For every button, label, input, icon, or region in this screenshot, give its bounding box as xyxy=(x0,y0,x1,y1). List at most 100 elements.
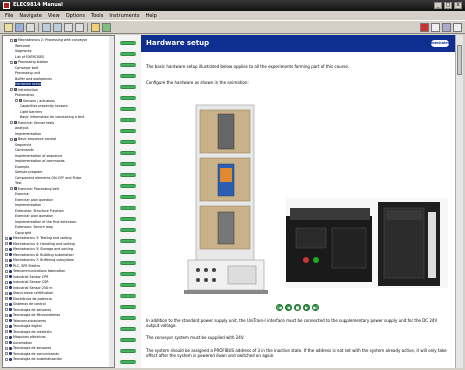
expand-icon[interactable] xyxy=(5,335,8,339)
find-icon[interactable] xyxy=(75,23,84,32)
menu-view[interactable]: View xyxy=(48,13,60,19)
tree-item[interactable]: Telecomunicaciones xyxy=(5,319,46,324)
expand-icon[interactable] xyxy=(5,330,8,333)
tree-item[interactable]: Exercise: Sensor tests xyxy=(10,121,54,126)
tree-item[interactable]: Exercise: plan question xyxy=(15,198,53,203)
expand-icon[interactable] xyxy=(5,286,8,289)
tree-item[interactable]: Tecnología de automatización xyxy=(5,357,62,362)
tree-item[interactable]: Sistemas de control xyxy=(5,302,46,307)
expand-icon[interactable] xyxy=(5,319,8,322)
expand-icon[interactable] xyxy=(5,313,8,317)
prev-frame-button[interactable]: ◀ xyxy=(285,304,292,311)
tree-item[interactable]: Industrial Sensor 250 m xyxy=(5,286,52,291)
menu-help[interactable]: Help xyxy=(145,13,156,19)
tree-item[interactable]: Implementation xyxy=(15,132,41,137)
expand-icon[interactable] xyxy=(5,357,8,361)
tree-item[interactable]: Example xyxy=(15,165,29,170)
tree-scrollbar[interactable] xyxy=(109,36,114,367)
expand-icon[interactable] xyxy=(5,264,8,267)
tree-item[interactable]: Mechatronics 5: Storage and sorting xyxy=(5,247,73,252)
expand-icon[interactable] xyxy=(5,236,8,240)
help-icon[interactable] xyxy=(453,23,462,32)
last-frame-button[interactable]: ▶| xyxy=(312,304,319,311)
expand-icon[interactable] xyxy=(10,60,13,64)
close-button[interactable]: x xyxy=(454,2,462,9)
expand-icon[interactable] xyxy=(5,280,8,284)
tree-item[interactable]: Mechatronics 3: Testing and sorting xyxy=(5,236,72,241)
expand-icon[interactable] xyxy=(10,88,13,91)
play-button[interactable]: ▶ xyxy=(303,304,310,311)
tree-item[interactable]: Buffer and workpieces xyxy=(15,77,52,82)
expand-icon[interactable] xyxy=(5,242,8,245)
menu-file[interactable]: File xyxy=(5,13,13,19)
new-icon[interactable] xyxy=(4,23,13,32)
tree-item[interactable]: Mechatronics 4: Handling and sorting xyxy=(5,242,75,247)
tree-item[interactable]: Electrónica de potencia xyxy=(5,297,52,302)
tree-item[interactable]: Industrial Sensor CSR xyxy=(5,280,49,285)
tree-item[interactable]: Implementation of commands xyxy=(15,159,65,164)
home-icon[interactable] xyxy=(91,23,100,32)
scrollbar-thumb[interactable] xyxy=(457,45,462,75)
tree-item[interactable]: Tecnología de Microsistemas xyxy=(5,313,60,318)
tree-item[interactable]: Tecnología de sensores xyxy=(5,308,51,313)
tree-item[interactable]: Mechatronics 6: Building automation xyxy=(5,253,74,258)
tree-item[interactable]: Exercise: plan question xyxy=(15,214,53,219)
stop-button[interactable]: ■ xyxy=(294,304,301,311)
tree-item[interactable]: Component elements ON-OFF and Pulse xyxy=(15,176,81,181)
tree-item[interactable]: Implementation of sequence xyxy=(15,154,62,159)
expand-icon[interactable] xyxy=(5,269,8,273)
expand-icon[interactable] xyxy=(5,302,8,306)
tree-item[interactable]: Analysis xyxy=(15,126,29,131)
title-bar[interactable]: ELEC9814 Manual _ □ x xyxy=(0,0,465,11)
tree-item[interactable]: Pneumatics xyxy=(15,93,34,98)
tree-item[interactable]: Processing station xyxy=(10,60,48,65)
tree-item[interactable]: Hardware setup xyxy=(15,82,42,87)
tree-item[interactable]: Sensors / actuators xyxy=(15,99,55,104)
menu-navigate[interactable]: Navigate xyxy=(19,13,41,19)
tree-item[interactable]: Sample program xyxy=(15,170,42,175)
tree-item[interactable]: Exercise: Processing belt xyxy=(10,187,59,192)
expand-icon[interactable] xyxy=(10,121,13,124)
tree-item[interactable]: Mechatronics 2: Processing with conveyor xyxy=(10,38,87,43)
tree-item[interactable]: Copyright xyxy=(15,231,31,236)
tree-item[interactable]: Telecommunications fabrication xyxy=(5,269,65,274)
menu-options[interactable]: Options xyxy=(66,13,85,19)
expand-icon[interactable] xyxy=(5,275,8,278)
tree-item[interactable]: Test xyxy=(15,181,22,186)
expand-icon[interactable] xyxy=(10,187,13,190)
tree-item[interactable]: Introduction xyxy=(10,88,38,93)
tree-item[interactable]: Tecnología de medición xyxy=(5,330,52,335)
tree-item[interactable]: Mechatronics 7: Buffering subsystem xyxy=(5,258,74,263)
expand-icon[interactable] xyxy=(5,341,8,344)
expand-icon[interactable] xyxy=(10,38,13,42)
tree-item[interactable]: Sequence xyxy=(15,143,31,148)
close-doc-icon[interactable] xyxy=(431,23,440,32)
tree-item[interactable]: Light barriers xyxy=(20,110,42,115)
expand-icon[interactable] xyxy=(5,258,8,262)
tree-item[interactable]: Implementation xyxy=(15,203,41,208)
save-icon[interactable] xyxy=(15,23,24,32)
tree-item[interactable]: Exercise xyxy=(15,192,29,197)
minimize-button[interactable]: _ xyxy=(434,2,442,9)
expand-icon[interactable] xyxy=(5,308,8,311)
maximize-button[interactable]: □ xyxy=(444,2,452,9)
expand-icon[interactable] xyxy=(5,297,8,300)
expand-icon[interactable] xyxy=(10,137,13,141)
tree-item[interactable]: Extension: Secure loop xyxy=(15,225,53,230)
tree-item[interactable]: Commands xyxy=(15,148,34,153)
tree-item[interactable]: Máquinas eléctricas xyxy=(5,335,46,340)
tree-item[interactable]: Segments xyxy=(15,49,32,54)
tree-item[interactable]: Processing unit xyxy=(15,71,40,76)
forward-icon[interactable] xyxy=(53,23,62,32)
expand-icon[interactable] xyxy=(5,352,8,355)
tree-item[interactable]: Basic information for conducting a test xyxy=(20,115,84,120)
print-icon[interactable] xyxy=(26,23,35,32)
expand-icon[interactable] xyxy=(5,247,8,251)
tree-item[interactable]: Industrial Sensor CPR xyxy=(5,275,48,280)
expand-icon[interactable] xyxy=(5,291,8,295)
back-icon[interactable] xyxy=(42,23,51,32)
up-icon[interactable] xyxy=(64,23,73,32)
tree-item[interactable]: Automation xyxy=(5,341,32,346)
content-scrollbar[interactable] xyxy=(455,35,463,368)
tree-item[interactable]: List of EXERCISES xyxy=(15,55,44,60)
